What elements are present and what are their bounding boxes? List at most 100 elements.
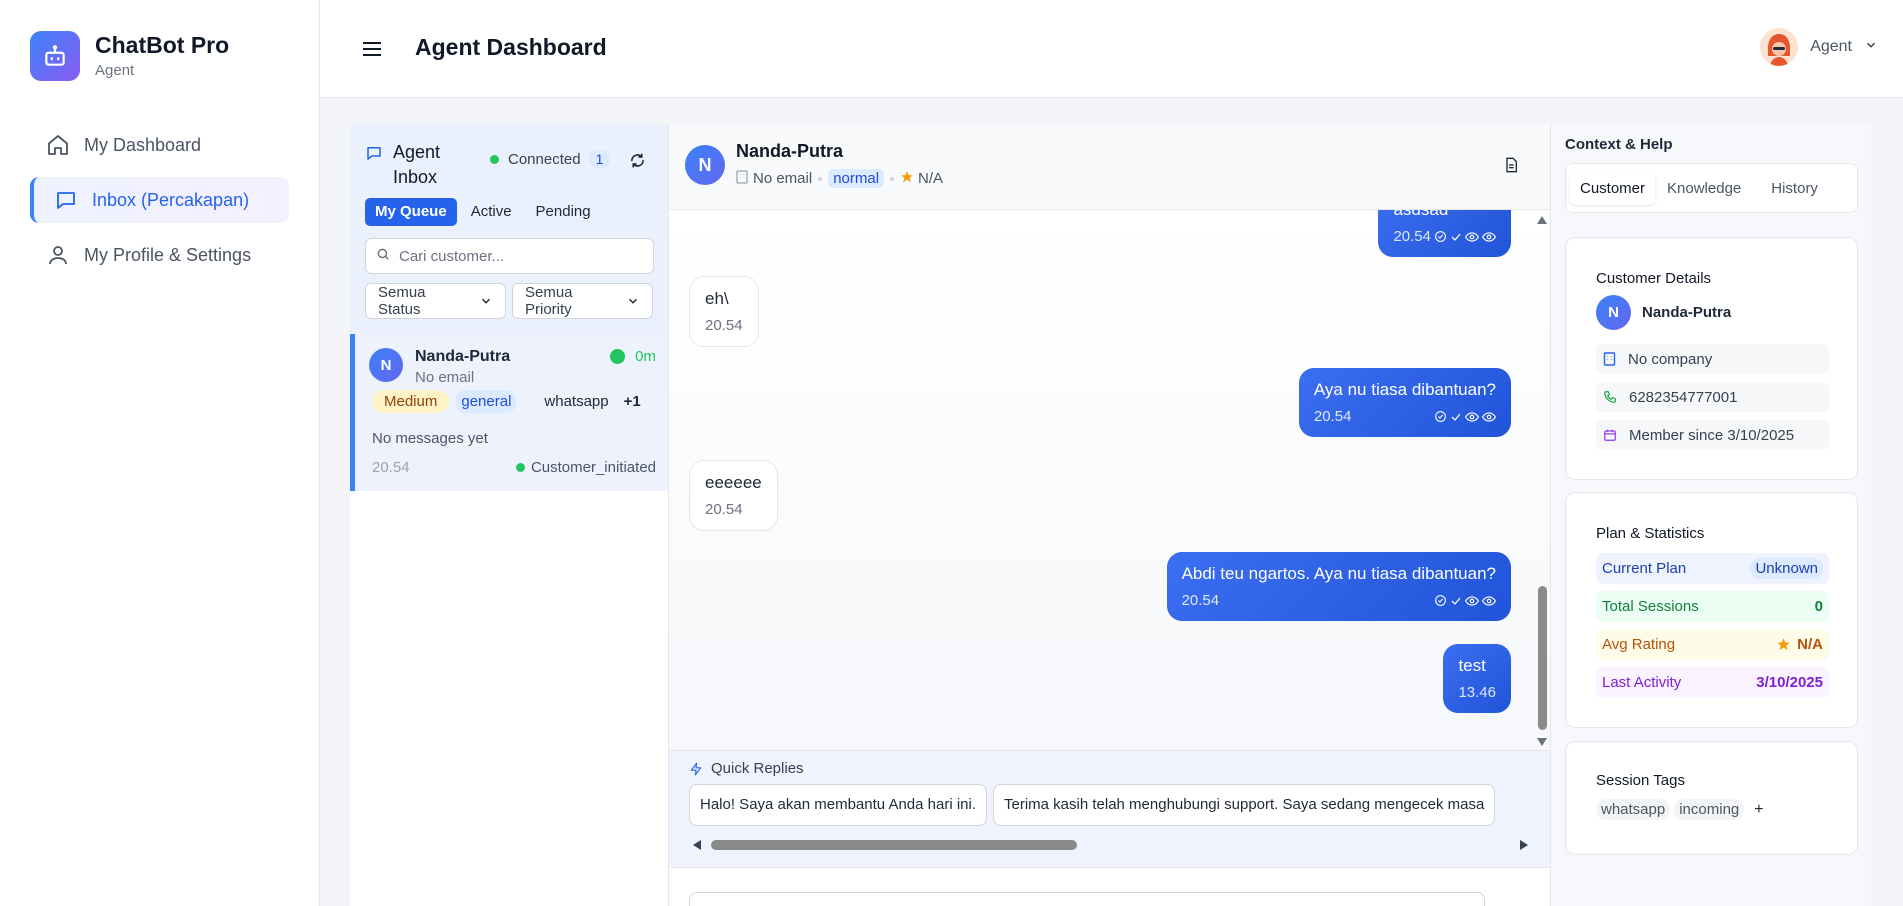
conversation-time: 20.54 <box>372 459 410 476</box>
read-receipt-icon <box>1431 230 1496 243</box>
last-activity-row: Last Activity 3/10/2025 <box>1596 667 1829 698</box>
message-text: test <box>1458 656 1486 675</box>
chevron-down-icon <box>1864 38 1878 57</box>
search-icon <box>376 247 390 266</box>
quick-replies-scrollbar[interactable] <box>689 837 1532 853</box>
phone-value: 6282354777001 <box>1629 388 1738 406</box>
chat-icon <box>53 187 79 213</box>
tab-pending[interactable]: Pending <box>526 198 601 226</box>
current-plan-row: Current Plan Unknown <box>1596 553 1829 584</box>
top-header: Agent Dashboard Agent <box>320 0 1903 98</box>
sidebar-item-inbox[interactable]: Inbox (Percakapan) <box>30 177 289 223</box>
chat-email: No email <box>753 170 813 187</box>
tab-active[interactable]: Active <box>461 198 522 226</box>
inbox-header: Agent Inbox Connected 1 My Queue Active … <box>350 124 668 334</box>
quick-replies: Quick Replies Halo! Saya akan membantu A… <box>669 750 1550 868</box>
connection-label: Connected <box>508 150 581 168</box>
scroll-up-icon[interactable] <box>1537 216 1547 224</box>
card-title: Plan & Statistics <box>1596 525 1705 542</box>
message-text: eh\ <box>705 289 729 308</box>
company-row: No company <box>1596 344 1829 374</box>
plan-statistics-card: Plan & Statistics Current Plan Unknown T… <box>1565 492 1858 728</box>
avatar <box>1760 28 1799 66</box>
refresh-icon[interactable] <box>629 152 646 174</box>
message-time: 20.54 <box>1393 228 1431 245</box>
message-bubble: Aya nu tiasa dibantuan? 20.54 <box>1298 368 1511 437</box>
read-receipt-icon <box>1431 410 1496 423</box>
message-time: 20.54 <box>1313 408 1352 425</box>
page-title: Agent Dashboard <box>415 34 607 60</box>
scroll-right-icon[interactable] <box>1520 840 1528 850</box>
message-text: Aya nu tiasa dibantuan? <box>1313 380 1496 399</box>
message-composer[interactable] <box>689 892 1485 906</box>
tab-history[interactable]: History <box>1761 172 1828 205</box>
scroll-left-icon[interactable] <box>693 840 701 850</box>
sidebar-item-dashboard[interactable]: My Dashboard <box>30 122 289 168</box>
inbox-panel: Agent Inbox Connected 1 My Queue Active … <box>350 124 669 906</box>
message-bubble: Abdi teu ngartos. Aya nu tiasa dibantuan… <box>1166 552 1511 621</box>
session-tags-card: Session Tags whatsapp incoming + <box>1565 741 1858 855</box>
search-input[interactable] <box>399 247 639 265</box>
online-dot <box>610 349 626 364</box>
chevron-down-icon <box>481 298 491 304</box>
quick-reply-button[interactable]: Terima kasih telah menghubungi support. … <box>993 784 1496 826</box>
session-tag: incoming <box>1674 799 1745 820</box>
phone-icon <box>1604 391 1616 403</box>
message-bubble: eeeeee 20.54 <box>689 460 778 531</box>
avatar: N <box>685 145 725 185</box>
priority-filter-select[interactable]: Semua Priority <box>512 283 653 319</box>
message-text: Abdi teu ngartos. Aya nu tiasa dibantuan… <box>1181 564 1496 583</box>
message-text: eeeeee <box>705 473 762 492</box>
user-icon <box>45 242 71 268</box>
connection-status: Connected 1 <box>490 150 611 168</box>
message-bubble: test 13.46 <box>1443 644 1511 713</box>
star-icon <box>900 170 914 188</box>
quick-reply-button[interactable]: Halo! Saya akan membantu Anda hari ini. <box>689 784 987 826</box>
more-tags-count: +1 <box>623 393 641 410</box>
app-name: ChatBot Pro <box>95 32 230 58</box>
session-tag-list: whatsapp incoming + <box>1596 799 1764 820</box>
current-plan-value: Unknown <box>1750 558 1823 579</box>
user-menu[interactable]: Agent <box>1760 28 1878 66</box>
scrollbar-thumb[interactable] <box>1538 586 1547 730</box>
star-icon <box>1777 638 1790 651</box>
status-filter-select[interactable]: Semua Status <box>365 283 506 319</box>
inbox-title: Agent Inbox <box>393 142 441 187</box>
scroll-down-icon[interactable] <box>1537 738 1547 746</box>
menu-icon[interactable] <box>360 37 384 61</box>
sidebar-item-label: My Profile & Settings <box>84 244 252 265</box>
scrollbar-thumb[interactable] <box>711 840 1077 850</box>
messages-scrollbar[interactable] <box>1534 210 1550 750</box>
tab-my-queue[interactable]: My Queue <box>365 198 457 226</box>
status-dot <box>490 154 499 164</box>
channel-tag: whatsapp <box>544 393 609 410</box>
message-time: 20.54 <box>705 501 743 518</box>
phone-row: 6282354777001 <box>1596 382 1829 412</box>
add-tag-button[interactable]: + <box>1754 801 1763 819</box>
priority-badge: Medium <box>372 390 450 413</box>
avg-rating-value: N/A <box>1797 636 1823 653</box>
tab-knowledge[interactable]: Knowledge <box>1657 172 1751 205</box>
calendar-icon <box>1604 429 1616 441</box>
avg-rating-row: Avg Rating N/A <box>1596 629 1829 660</box>
total-sessions-value: 0 <box>1814 598 1823 615</box>
card-title: Customer Details <box>1596 270 1712 287</box>
avatar: N <box>369 348 403 382</box>
message-time: 13.46 <box>1458 684 1496 701</box>
session-tag: whatsapp <box>1596 799 1671 820</box>
quick-replies-title: Quick Replies <box>689 760 804 777</box>
tab-customer[interactable]: Customer <box>1570 171 1656 205</box>
document-icon[interactable] <box>1503 157 1519 178</box>
chat-meta: No email normal N/A <box>736 169 943 188</box>
context-title: Context & Help <box>1565 136 1673 153</box>
chevron-down-icon <box>628 298 638 304</box>
context-panel: Context & Help Customer Knowledge Histor… <box>1550 124 1871 906</box>
priority-badge: normal <box>828 169 885 188</box>
status-dot <box>515 463 525 472</box>
sidebar-item-profile[interactable]: My Profile & Settings <box>30 232 289 278</box>
conversation-item[interactable]: N Nanda-Putra No email 0m Medium general… <box>350 334 668 491</box>
building-icon <box>1603 352 1616 366</box>
building-icon <box>736 169 748 188</box>
member-since-row: Member since 3/10/2025 <box>1596 420 1829 450</box>
total-sessions-row: Total Sessions 0 <box>1596 591 1829 622</box>
